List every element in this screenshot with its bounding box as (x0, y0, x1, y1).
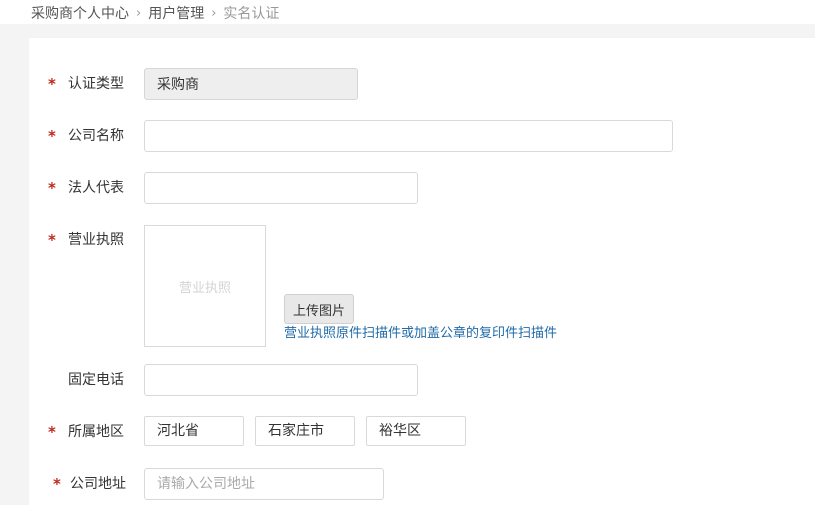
breadcrumb-current: 实名认证 (223, 6, 280, 22)
city-select[interactable]: 石家庄市 (255, 416, 355, 446)
cert-type-field (144, 68, 358, 100)
required-mark: * (48, 179, 56, 197)
phone-row: 固定电话 (0, 364, 815, 396)
address-row: * 公司地址 (0, 468, 815, 500)
license-placeholder-text: 营业执照 (178, 280, 231, 296)
legal-rep-input[interactable] (144, 172, 418, 204)
upload-image-button[interactable]: 上传图片 (284, 294, 354, 324)
company-name-input[interactable] (144, 120, 673, 152)
province-select[interactable]: 河北省 (144, 416, 244, 446)
required-mark: * (48, 423, 56, 441)
district-select[interactable]: 裕华区 (366, 416, 466, 446)
license-label: 营业执照 (68, 232, 124, 248)
address-input[interactable] (144, 468, 384, 500)
breadcrumb-separator: › (136, 5, 142, 21)
legal-rep-label: 法人代表 (68, 180, 124, 196)
page-background-band (0, 24, 815, 37)
legal-rep-row: * 法人代表 (0, 172, 815, 204)
breadcrumb-user-management[interactable]: 用户管理 (148, 3, 204, 23)
region-row: * 所属地区 河北省 石家庄市 裕华区 (0, 416, 815, 448)
breadcrumb-separator: › (211, 5, 217, 21)
required-mark: * (48, 127, 56, 145)
breadcrumb-buyer-center[interactable]: 采购商个人中心 (31, 3, 129, 23)
region-label: 所属地区 (68, 424, 124, 440)
license-image-placeholder[interactable]: 营业执照 (144, 225, 266, 347)
upload-hint-text: 营业执照原件扫描件或加盖公章的复印件扫描件 (284, 326, 558, 341)
company-name-label: 公司名称 (68, 128, 124, 144)
company-name-row: * 公司名称 (0, 120, 815, 152)
address-label: 公司地址 (70, 476, 126, 492)
phone-input[interactable] (144, 364, 418, 396)
breadcrumb: 采购商个人中心 › 用户管理 › 实名认证 (31, 3, 279, 23)
license-row: * 营业执照 (0, 224, 815, 256)
phone-label: 固定电话 (68, 372, 124, 388)
required-mark: * (53, 475, 61, 493)
required-mark: * (48, 231, 56, 249)
required-mark: * (48, 75, 56, 93)
cert-type-label: 认证类型 (68, 76, 124, 92)
cert-type-row: * 认证类型 (0, 68, 815, 100)
